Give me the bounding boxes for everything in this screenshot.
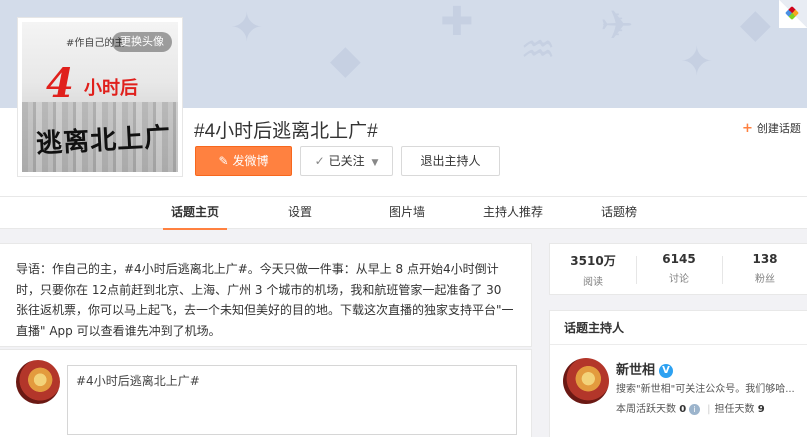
tab-host-recommend[interactable]: 主持人推荐: [478, 197, 548, 230]
post-weibo-button[interactable]: ✎ 发微博: [195, 146, 292, 176]
week-active-label: 本周活跃天数: [616, 404, 676, 415]
check-icon: ✓: [314, 154, 325, 168]
intro-card: 导语：作自己的主，#4小时后逃离北上广#。今天只做一件事：从早上 8 点开始4小…: [0, 243, 532, 347]
tab-photo-wall[interactable]: 图片墙: [383, 197, 431, 230]
banner-pattern-icon: ✦: [230, 5, 264, 51]
create-topic-label: 创建话题: [756, 122, 801, 135]
avatar-big-number: 4: [46, 60, 74, 107]
host-days-value: 9: [757, 404, 765, 415]
stat-discussions-label: 讨论: [669, 274, 689, 285]
stat-fans-label: 粉丝: [755, 274, 775, 285]
tab-topic-ranking[interactable]: 话题榜: [595, 197, 643, 230]
week-active-value: 0: [679, 404, 687, 415]
post-icon: ✎: [218, 154, 229, 168]
info-icon[interactable]: i: [689, 404, 701, 415]
banner-pattern-icon: ◆: [330, 37, 361, 83]
post-weibo-label: 发微博: [232, 154, 269, 168]
topic-avatar-image: #作自己的主 4 小时后 逃离北上广 更换头像: [22, 22, 178, 172]
stat-discussions-value: 6145: [662, 252, 696, 266]
follow-label: 已关注: [328, 154, 365, 168]
host-meta: 本周活跃天数 0 i | 担任天数 9: [616, 400, 765, 415]
host-days-label: 担任天数: [714, 404, 755, 415]
banner-pattern-icon: ✈: [600, 3, 634, 49]
topic-nav: 话题主页 设置 图片墙 主持人推荐 话题榜: [0, 196, 807, 230]
create-topic-link[interactable]: + 创建话题: [742, 120, 801, 136]
banner-pattern-icon: ◆: [740, 1, 771, 47]
host-avatar[interactable]: [563, 358, 609, 404]
stat-reads-label: 阅读: [583, 277, 603, 288]
page-title: #4小时后逃离北上广#: [194, 121, 378, 142]
host-name[interactable]: 新世相: [616, 363, 655, 378]
host-name-row: 新世相 V: [616, 359, 674, 378]
post-input[interactable]: #4小时后逃离北上广#: [67, 365, 517, 435]
avatar-calligraphy: 逃离北上广: [35, 122, 172, 160]
avatar[interactable]: [16, 360, 60, 404]
composer-card: #4小时后逃离北上广#: [0, 349, 532, 437]
banner-pattern-icon: ♒: [520, 27, 556, 73]
plus-icon: +: [742, 121, 753, 136]
stat-fans-value: 138: [752, 252, 778, 266]
topic-stats: 3510万 阅读 6145 讨论 138 粉丝: [549, 243, 807, 295]
follow-button[interactable]: ✓ 已关注 ▼: [300, 146, 393, 176]
intro-text: 导语：作自己的主，#4小时后逃离北上广#。今天只做一件事：从早上 8 点开始4小…: [16, 262, 514, 338]
stat-fans[interactable]: 138 粉丝: [722, 252, 807, 285]
banner-pattern-icon: ✚: [440, 0, 474, 45]
host-description: 搜索"新世相"可关注公众号。我们够哈...: [616, 384, 795, 395]
corner-badge-icon[interactable]: [779, 0, 807, 28]
divider: |: [707, 404, 711, 415]
chevron-down-icon: ▼: [371, 158, 379, 168]
stat-reads: 3510万 阅读: [550, 252, 636, 288]
banner-pattern-icon: ✦: [680, 39, 714, 85]
verified-icon: V: [659, 364, 674, 378]
stat-discussions: 6145 讨论: [636, 252, 722, 285]
stat-reads-value: 3510万: [570, 254, 616, 268]
topic-avatar[interactable]: #作自己的主 4 小时后 逃离北上广 更换头像: [18, 18, 182, 176]
quit-host-button[interactable]: 退出主持人: [401, 146, 500, 176]
tab-topic-home[interactable]: 话题主页: [163, 197, 227, 230]
swap-avatar-button[interactable]: 更换头像: [112, 32, 172, 52]
host-card-heading: 话题主持人: [550, 311, 807, 345]
avatar-sub-text: 小时后: [84, 78, 138, 99]
tab-settings[interactable]: 设置: [280, 197, 320, 230]
